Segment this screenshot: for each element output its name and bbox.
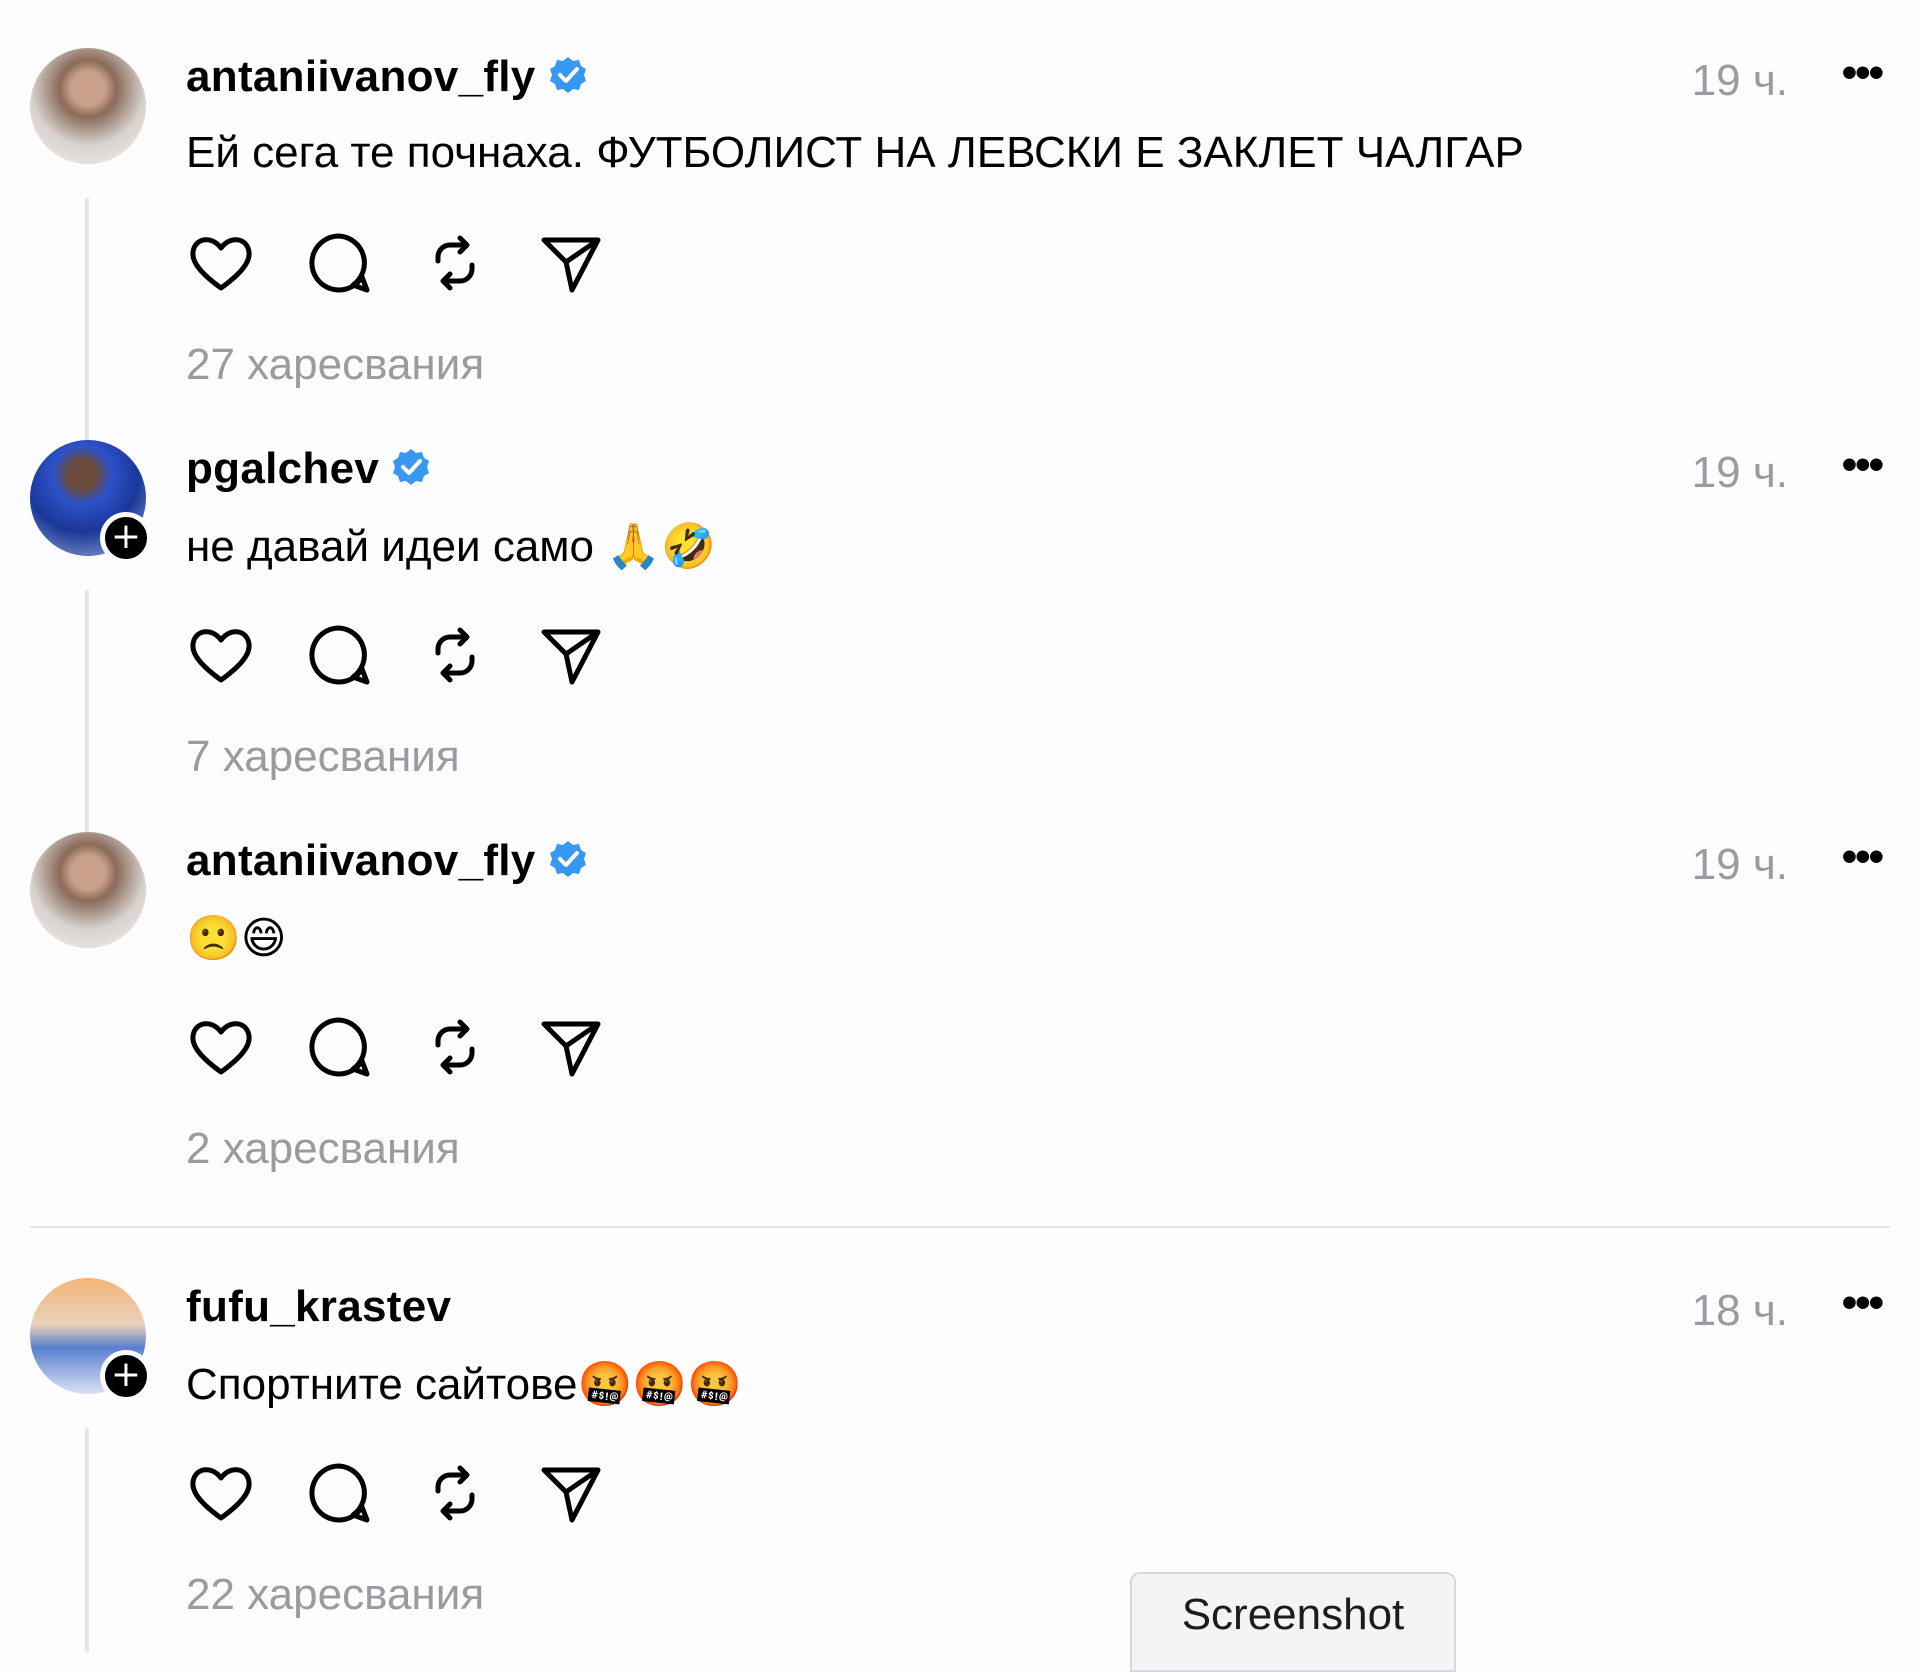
comment-icon[interactable]	[304, 1012, 374, 1082]
thread-line	[85, 198, 89, 454]
username-text[interactable]: antaniivanov_fly	[186, 52, 536, 101]
timestamp: 19 ч.	[1691, 840, 1788, 889]
screenshot-button[interactable]: Screenshot	[1130, 1572, 1456, 1672]
share-icon[interactable]	[536, 1458, 606, 1528]
post-text: Ей сега те почнаха. ФУТБОЛИСТ НА ЛЕВСКИ …	[186, 128, 1524, 177]
likes-count[interactable]: 22 харесвания	[186, 1570, 484, 1620]
follow-plus-icon[interactable]: +	[100, 512, 152, 564]
repost-icon[interactable]	[420, 228, 490, 298]
repost-icon[interactable]	[420, 1012, 490, 1082]
post-text: не давай идеи само 🙏🤣	[186, 522, 716, 571]
verified-badge-icon	[549, 57, 586, 94]
likes-count[interactable]: 2 харесвания	[186, 1124, 460, 1174]
heart-icon[interactable]	[186, 620, 256, 690]
username[interactable]: antaniivanov_fly	[186, 836, 588, 886]
username-text[interactable]: pgalchev	[186, 444, 379, 493]
repost-icon[interactable]	[420, 620, 490, 690]
comment-icon[interactable]	[304, 228, 374, 298]
heart-icon[interactable]	[186, 1458, 256, 1528]
heart-icon[interactable]	[186, 1012, 256, 1082]
timestamp: 19 ч.	[1691, 448, 1788, 497]
more-options-icon[interactable]: •••	[1842, 440, 1884, 490]
timestamp: 19 ч.	[1691, 56, 1788, 105]
timestamp: 18 ч.	[1691, 1286, 1788, 1335]
verified-badge-icon	[549, 841, 586, 878]
comment-icon[interactable]	[304, 620, 374, 690]
share-icon[interactable]	[536, 620, 606, 690]
username[interactable]: fufu_krastev	[186, 1282, 451, 1332]
thread-line	[85, 590, 89, 846]
likes-count[interactable]: 27 харесвания	[186, 340, 484, 390]
more-options-icon[interactable]: •••	[1842, 1278, 1884, 1328]
heart-icon[interactable]	[186, 228, 256, 298]
verified-badge-icon	[393, 449, 430, 486]
username-text[interactable]: antaniivanov_fly	[186, 836, 536, 885]
follow-plus-icon[interactable]: +	[100, 1350, 152, 1402]
comment-icon[interactable]	[304, 1458, 374, 1528]
repost-icon[interactable]	[420, 1458, 490, 1528]
avatar[interactable]	[30, 48, 146, 164]
share-icon[interactable]	[536, 228, 606, 298]
post-text: 🙁😄	[186, 913, 287, 964]
thread-line	[85, 1428, 89, 1653]
username-text[interactable]: fufu_krastev	[186, 1282, 451, 1331]
username[interactable]: antaniivanov_fly	[186, 52, 588, 102]
post-text: Спортните сайтове🤬🤬🤬	[186, 1360, 742, 1409]
likes-count[interactable]: 7 харесвания	[186, 732, 460, 782]
username[interactable]: pgalchev	[186, 444, 431, 494]
divider	[30, 1226, 1890, 1228]
more-options-icon[interactable]: •••	[1842, 832, 1884, 882]
avatar[interactable]	[30, 832, 146, 948]
share-icon[interactable]	[536, 1012, 606, 1082]
more-options-icon[interactable]: •••	[1842, 48, 1884, 98]
